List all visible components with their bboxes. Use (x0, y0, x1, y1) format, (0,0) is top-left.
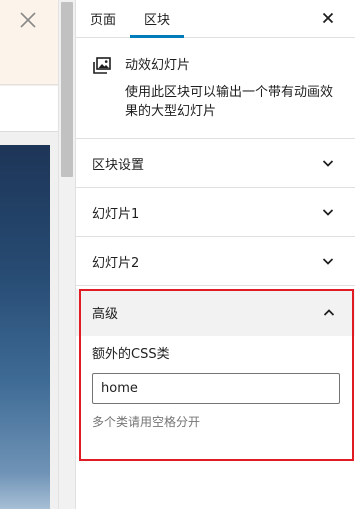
tab-page[interactable]: 页面 (76, 0, 130, 37)
slider-preview-image[interactable] (0, 145, 50, 509)
slides-gallery-icon (92, 56, 112, 76)
chevron-down-icon (321, 205, 335, 219)
close-icon[interactable] (18, 10, 38, 30)
editor-scrollbar[interactable] (58, 0, 75, 509)
notice-banner (0, 0, 58, 85)
css-class-help: 多个类请用空格分开 (92, 415, 201, 429)
css-class-label: 额外的CSS类 (92, 347, 170, 362)
panel-advanced-body: 额外的CSS类 多个类请用空格分开 (76, 336, 355, 430)
tab-block[interactable]: 区块 (130, 0, 185, 38)
editor-toolbar-strip (0, 86, 58, 132)
panel-block-settings[interactable]: 区块设置 (76, 139, 355, 188)
sidebar-tabs: 页面 区块 (76, 0, 355, 38)
panel-label: 幻灯片1 (92, 206, 140, 222)
editor-canvas (0, 0, 58, 509)
panel-advanced: 高级 额外的CSS类 多个类请用空格分开 (76, 289, 355, 430)
chevron-down-icon (321, 254, 335, 268)
scrollbar-thumb[interactable] (61, 2, 73, 177)
panel-advanced-header[interactable]: 高级 (76, 289, 355, 336)
panel-slide-1[interactable]: 幻灯片1 (76, 188, 355, 237)
panel-slide-2[interactable]: 幻灯片2 (76, 237, 355, 286)
settings-sidebar: 页面 区块 动效幻灯片 使用此区块可以输出一个带有动画效果的大型幻灯片 区块设置… (75, 0, 355, 509)
panel-label: 高级 (92, 307, 119, 322)
panel-label: 区块设置 (92, 157, 145, 173)
block-card: 动效幻灯片 使用此区块可以输出一个带有动画效果的大型幻灯片 (76, 38, 355, 139)
close-sidebar-icon[interactable] (319, 9, 337, 27)
block-description: 使用此区块可以输出一个带有动画效果的大型幻灯片 (125, 85, 334, 119)
css-class-input[interactable] (92, 373, 340, 404)
chevron-down-icon (321, 156, 335, 170)
block-title: 动效幻灯片 (125, 58, 191, 73)
chevron-up-icon (322, 306, 336, 320)
panel-label: 幻灯片2 (92, 255, 140, 271)
